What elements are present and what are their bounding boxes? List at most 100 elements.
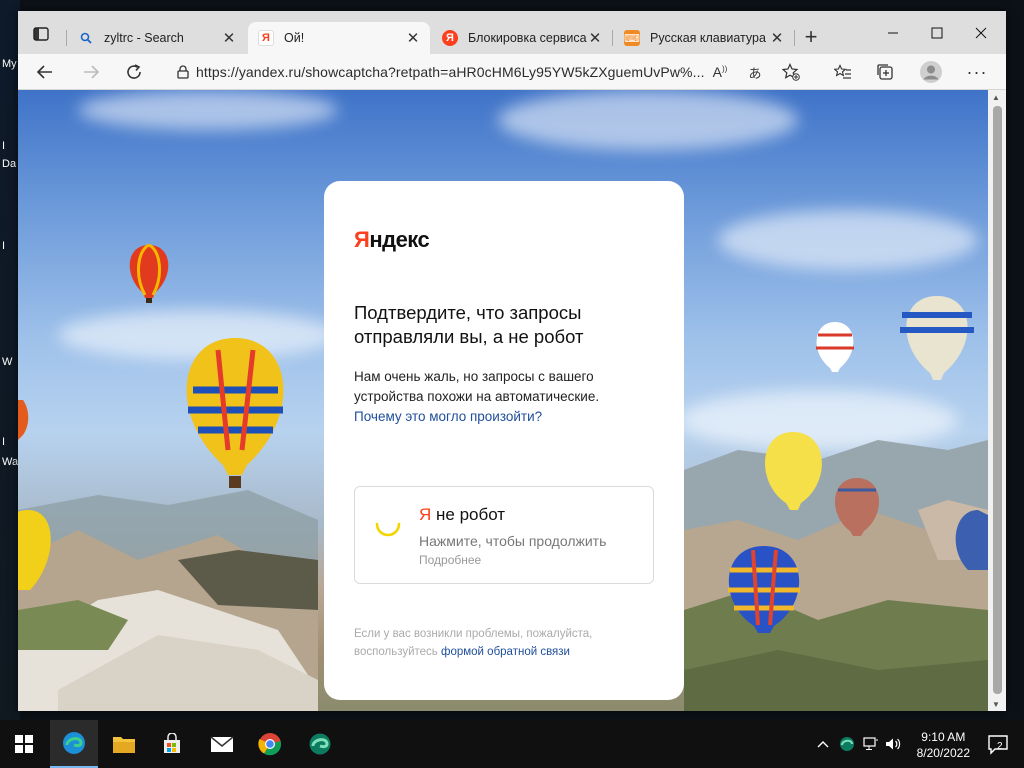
balloon-decoration	[186, 338, 284, 488]
edge-icon	[63, 732, 85, 754]
balloon-decoration	[18, 400, 29, 440]
desktop-icon-label[interactable]: W	[2, 356, 12, 368]
collections-icon	[877, 64, 893, 80]
taskbar-store[interactable]	[148, 720, 196, 768]
taskbar: 9:10 AM 8/20/2022 2	[0, 720, 1024, 768]
notification-center-button[interactable]: 2	[986, 732, 1010, 756]
store-icon	[164, 733, 180, 753]
desktop-icon-label[interactable]: Da	[2, 158, 16, 170]
description-text: Нам очень жаль, но запросы с вашего устр…	[354, 369, 600, 404]
maximize-icon	[931, 27, 943, 39]
mail-icon	[210, 736, 234, 752]
clock-date: 8/20/2022	[916, 746, 970, 760]
yandex-favicon-icon: Я	[258, 30, 274, 46]
desktop-icon-label[interactable]: My	[2, 58, 17, 70]
close-tab-icon[interactable]: ✕	[406, 29, 420, 47]
balloon-decoration	[834, 478, 880, 536]
tab-separator	[66, 30, 67, 46]
desktop-icon-label[interactable]: I	[2, 436, 5, 448]
favorites-button[interactable]	[828, 59, 858, 85]
new-tab-button[interactable]: +	[798, 25, 824, 51]
folder-icon	[113, 737, 135, 753]
tab-keyboard[interactable]: ⌨ Русская клавиатура ✕	[614, 22, 794, 54]
back-button[interactable]	[30, 59, 60, 85]
collections-button[interactable]	[870, 59, 900, 85]
maximize-button[interactable]	[914, 19, 960, 47]
taskbar-edge-dev[interactable]	[296, 720, 344, 768]
scroll-up-icon[interactable]: ▲	[992, 93, 1000, 102]
add-favorite-button[interactable]	[776, 59, 806, 85]
balloon-decoration	[765, 432, 822, 510]
robot-title-text: не робот	[431, 505, 506, 524]
balloon-decoration	[728, 546, 800, 633]
translate-icon: あ	[748, 65, 762, 81]
taskbar-edge[interactable]	[50, 720, 98, 768]
refresh-icon	[127, 64, 141, 79]
read-aloud-button[interactable]: A))	[705, 59, 735, 85]
minimize-button[interactable]	[870, 19, 916, 47]
not-robot-checkbox[interactable]: Я не робот Нажмите, чтобы продолжить Под…	[354, 486, 654, 584]
star-plus-icon	[782, 63, 800, 81]
tab-search[interactable]: zyltrc - Search ✕	[68, 22, 246, 54]
clock-time: 9:10 AM	[921, 730, 966, 744]
windows-logo-icon	[15, 735, 33, 753]
forward-button[interactable]	[76, 59, 106, 85]
close-tab-icon[interactable]: ✕	[222, 29, 236, 47]
not-robot-label: Я не робот	[419, 505, 505, 525]
balloon-decoration	[900, 296, 974, 380]
arrow-right-icon	[84, 65, 100, 79]
desktop-icon-label[interactable]: Wa	[2, 456, 18, 468]
captcha-description: Нам очень жаль, но запросы с вашего устр…	[354, 367, 644, 427]
tray-edge-icon-button[interactable]	[836, 720, 858, 768]
logo-ya: Я	[354, 227, 370, 252]
why-link[interactable]: Почему это могло произойти?	[354, 409, 542, 424]
desktop-icon-label[interactable]: I	[2, 140, 5, 152]
taskbar-file-explorer[interactable]	[100, 720, 148, 768]
yandex-logo[interactable]: Яндекс	[354, 227, 430, 253]
tab-blocking[interactable]: Я Блокировка сервиса ✕	[432, 22, 612, 54]
keyboard-favicon-icon: ⌨	[624, 30, 640, 46]
desktop-icon-label[interactable]: I	[2, 240, 5, 252]
page-scrollbar[interactable]: ▲ ▼	[988, 90, 1006, 711]
navigation-toolbar: https://yandex.ru/showcaptcha?retpath=aH…	[18, 54, 1006, 90]
profile-button[interactable]	[916, 59, 946, 85]
edge-dev-icon	[309, 733, 331, 755]
network-button[interactable]	[860, 720, 882, 768]
settings-more-button[interactable]: ···	[962, 59, 992, 85]
tab-actions-icon	[33, 27, 49, 41]
edge-dev-tray-icon	[840, 737, 854, 751]
tab-actions-button[interactable]	[28, 23, 54, 45]
scrollbar-thumb[interactable]	[993, 106, 1002, 694]
show-hidden-icons-button[interactable]	[812, 720, 834, 768]
translate-button[interactable]: あ	[740, 59, 770, 85]
search-icon	[78, 30, 94, 46]
tab-title: Блокировка сервиса	[468, 31, 587, 45]
not-robot-subtitle: Нажмите, чтобы продолжить	[419, 533, 607, 549]
minimize-icon	[888, 32, 898, 34]
start-button[interactable]	[0, 720, 48, 768]
close-window-button[interactable]	[958, 19, 1004, 47]
learn-more-link[interactable]: Подробнее	[419, 553, 481, 567]
feedback-note: Если у вас возникли проблемы, пожалуйста…	[354, 625, 654, 661]
tab-title: Ой!	[284, 31, 305, 45]
speaker-icon	[886, 738, 901, 750]
yandex-favicon-icon: Я	[442, 30, 458, 46]
page-background: Яндекс Подтвердите, что запросы отправля…	[18, 90, 988, 711]
read-aloud-icon: A))	[712, 64, 728, 80]
feedback-link[interactable]: формой обратной связи	[441, 646, 570, 658]
tab-title: zyltrc - Search	[104, 31, 184, 45]
taskbar-mail[interactable]	[198, 720, 246, 768]
lock-icon[interactable]	[170, 65, 196, 79]
network-icon	[863, 737, 878, 750]
refresh-button[interactable]	[119, 59, 149, 85]
tab-captcha[interactable]: Я Ой! ✕	[248, 22, 430, 54]
volume-button[interactable]	[882, 720, 904, 768]
taskbar-chrome[interactable]	[246, 720, 294, 768]
more-icon: ···	[966, 61, 988, 82]
loading-spinner-icon	[375, 522, 401, 537]
scroll-down-icon[interactable]: ▼	[992, 700, 1000, 709]
close-tab-icon[interactable]: ✕	[770, 29, 784, 47]
system-clock[interactable]: 9:10 AM 8/20/2022	[917, 729, 970, 761]
close-tab-icon[interactable]: ✕	[588, 29, 602, 47]
arrow-left-icon	[36, 65, 52, 79]
